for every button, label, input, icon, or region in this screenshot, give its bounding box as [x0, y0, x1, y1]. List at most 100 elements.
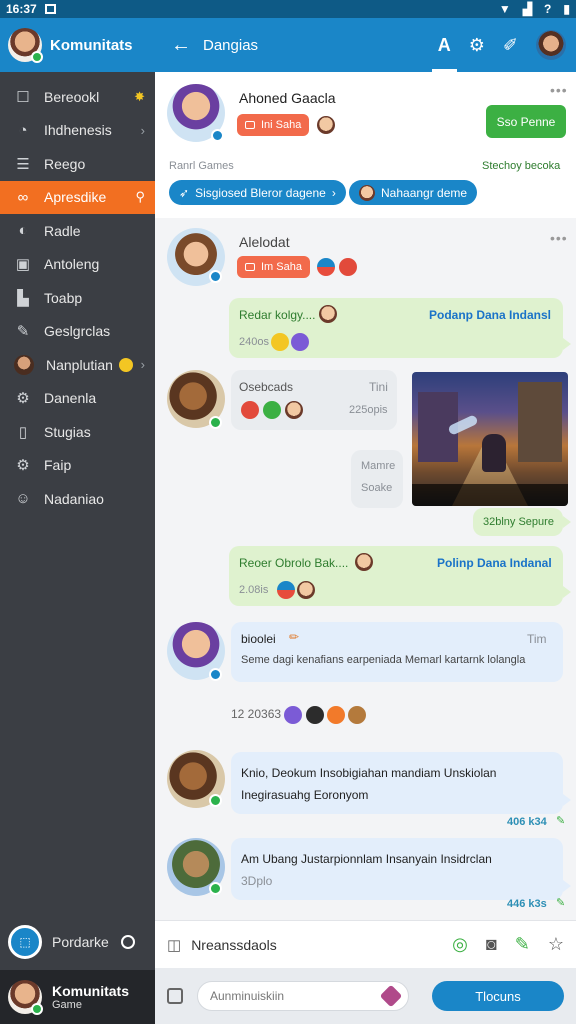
- message-sender: bioolei: [241, 632, 276, 646]
- profile-sub: Game: [52, 999, 82, 1011]
- add-attachment-icon[interactable]: [167, 988, 183, 1004]
- game-chip-2[interactable]: Nahaangr deme: [349, 180, 478, 205]
- message-text: Am Ubang Justarpionnlam Insanyain Insidr…: [241, 852, 492, 866]
- brush-icon[interactable]: ✐: [503, 35, 518, 56]
- sidebar-item-toabp[interactable]: ▙ Toabp: [0, 281, 155, 315]
- avatar[interactable]: [8, 980, 43, 1015]
- message-bubble[interactable]: Redar kolgy.... Podanp Dana Indansl 240o…: [229, 298, 571, 358]
- back-arrow-icon[interactable]: ←: [171, 34, 191, 57]
- message-composer: Aunminuiskiin Tlocuns: [155, 968, 576, 1024]
- emoji-icon: [271, 333, 289, 351]
- message-bubble[interactable]: Osebcads Tini 225opis: [231, 370, 397, 430]
- sidebar-title: Komunitats: [50, 36, 133, 54]
- chat-area[interactable]: Ahoned Gaacla Ini Saha ••• Sso Penne Ran…: [155, 72, 576, 920]
- sidebar-item-antoleng[interactable]: ▣ Antoleng: [0, 248, 155, 282]
- compose-button[interactable]: ⬚: [8, 925, 42, 959]
- sidebar-item-label: Geslgrclas: [44, 323, 111, 340]
- profile-action-button[interactable]: Sso Penne: [486, 105, 566, 138]
- date-text: 12 20363: [231, 707, 282, 722]
- avatar[interactable]: [8, 28, 43, 63]
- help-icon: ?: [544, 2, 552, 16]
- message-title: Redar kolgy....: [239, 308, 316, 322]
- quick-actions-row: ◫ Nreanssdaols ◎ ◙ ✎ ☆: [155, 920, 576, 968]
- chip-label: Nahaangr deme: [381, 185, 468, 200]
- emoji-icon: [118, 357, 133, 372]
- online-badge: [209, 882, 222, 895]
- sidebar-profile[interactable]: Komunitats Game: [0, 970, 155, 1024]
- online-badge: [31, 1003, 43, 1015]
- sidebar-item-label: Nadaniao: [44, 490, 104, 507]
- message-bubble[interactable]: Mamre Soake: [351, 450, 403, 508]
- attach-icon[interactable]: ✎: [515, 934, 530, 955]
- camera-icon[interactable]: ◙: [486, 934, 497, 955]
- sidebar-item-nadaniao[interactable]: ☺ Nadaniao: [0, 482, 155, 516]
- sidebar-item-faip[interactable]: ⚙ Faip: [0, 449, 155, 483]
- tab-a-icon[interactable]: A: [431, 35, 457, 72]
- sidebar-item-reego[interactable]: ☰ Reego: [0, 147, 155, 181]
- quick-actions-icons: ◎ ◙ ✎ ☆: [452, 934, 564, 955]
- book-icon: ▯: [18, 423, 28, 441]
- emoji-icon: [319, 305, 337, 323]
- emoji-icon: [241, 401, 259, 419]
- profile-name: Ahoned Gaacla: [239, 90, 336, 106]
- message-bubble[interactable]: Am Ubang Justarpionnlam Insanyain Insidr…: [231, 838, 571, 900]
- more-icon[interactable]: •••: [550, 230, 568, 246]
- message-bubble[interactable]: bioolei ✏ Tim Seme dagi kenafians earpen…: [231, 622, 563, 682]
- message-input[interactable]: Aunminuiskiin: [197, 981, 409, 1011]
- sidebar-item-label: Antoleng: [44, 256, 100, 273]
- gamepad-icon: [245, 263, 255, 271]
- message-link[interactable]: Podanp Dana Indansl: [429, 308, 551, 322]
- sticker-icon[interactable]: ◫: [167, 936, 181, 954]
- battery-icon: ▮: [563, 2, 570, 16]
- sidebar-item-geslgrclas[interactable]: ✎ Geslgrclas: [0, 315, 155, 349]
- sidebar-item-danenla[interactable]: ⚙ Danenla: [0, 382, 155, 416]
- sidebar-item-ihdhenesis[interactable]: ◔ Ihdhenesis ›: [0, 114, 155, 148]
- wifi-icon: ▼: [498, 2, 511, 16]
- emoji-icon: [291, 333, 309, 351]
- more-icon[interactable]: •••: [550, 82, 568, 98]
- chip-label: Sisgiosed Bleror dagene: [195, 185, 326, 200]
- message-bubble[interactable]: Reoer Obrolo Bak.... Polinp Dana Indanal…: [229, 546, 571, 606]
- quick-actions-label[interactable]: Nreanssdaols: [191, 937, 277, 953]
- sidebar-item-nanplutian[interactable]: Nanplutian ›: [0, 348, 155, 382]
- status-ring-icon[interactable]: [121, 935, 135, 949]
- sidebar-item-label: Apresdike: [44, 189, 107, 206]
- sidebar-item-radle[interactable]: ◐ Radle: [0, 214, 155, 248]
- sidebar-item-label: Bereookl: [44, 88, 100, 105]
- avatar[interactable]: [536, 30, 566, 60]
- message-text: Knio, Deokum Insobigiahan mandiam Unskio…: [241, 766, 497, 780]
- emoji-icon: [263, 401, 281, 419]
- emoji-icon: [348, 706, 367, 724]
- sidebar-item-bereookl[interactable]: ☐ Bereookl ✸: [0, 80, 155, 114]
- clock-icon: ◔: [18, 121, 28, 139]
- send-button[interactable]: Tlocuns: [432, 981, 564, 1011]
- chat-header: ← Dangias A ⚙ ✐: [155, 18, 576, 72]
- header-actions: A ⚙ ✐: [431, 30, 566, 72]
- game-screenshot[interactable]: [412, 372, 568, 506]
- game-chip-1[interactable]: ➶ Sisgiosed Bleror dagene ›: [169, 180, 346, 205]
- message-bubble[interactable]: Knio, Deokum Insobigiahan mandiam Unskio…: [231, 752, 571, 814]
- message-link[interactable]: Polinp Dana Indanal: [437, 556, 552, 570]
- message-text: Mamre: [361, 460, 396, 472]
- sidebar-bottom-item[interactable]: ⬚ Pordarke: [0, 920, 155, 964]
- user-avatar-icon: [14, 354, 34, 375]
- search-icon[interactable]: ⚲: [135, 189, 145, 205]
- emoji-icon: [305, 706, 324, 724]
- image-caption: 32blny Sepure: [473, 508, 571, 536]
- status-bar: 16:37 ▼ ▟ ? ▮: [0, 0, 576, 18]
- at-icon[interactable]: ◎: [452, 934, 468, 955]
- star-icon[interactable]: ☆: [548, 934, 564, 955]
- sidebar-item-stugias[interactable]: ▯ Stugias: [0, 415, 155, 449]
- sidebar-header[interactable]: Komunitats: [0, 18, 155, 72]
- gear-icon[interactable]: ⚙: [469, 35, 485, 56]
- game-icon: [359, 184, 375, 201]
- tag-pill[interactable]: Im Saha: [237, 256, 310, 278]
- section-link[interactable]: Stechoy becoka: [482, 160, 560, 172]
- tag-pill[interactable]: Ini Saha: [237, 114, 310, 136]
- friend-avatar[interactable]: [317, 116, 335, 134]
- sidebar-item-label: Faip: [44, 457, 72, 474]
- sidebar-item-apresdike[interactable]: ∞ Apresdike ⚲: [0, 180, 162, 214]
- emoji-icon: [284, 706, 303, 724]
- emoji-icon: [327, 706, 346, 724]
- pencil-icon: ✎: [16, 323, 30, 341]
